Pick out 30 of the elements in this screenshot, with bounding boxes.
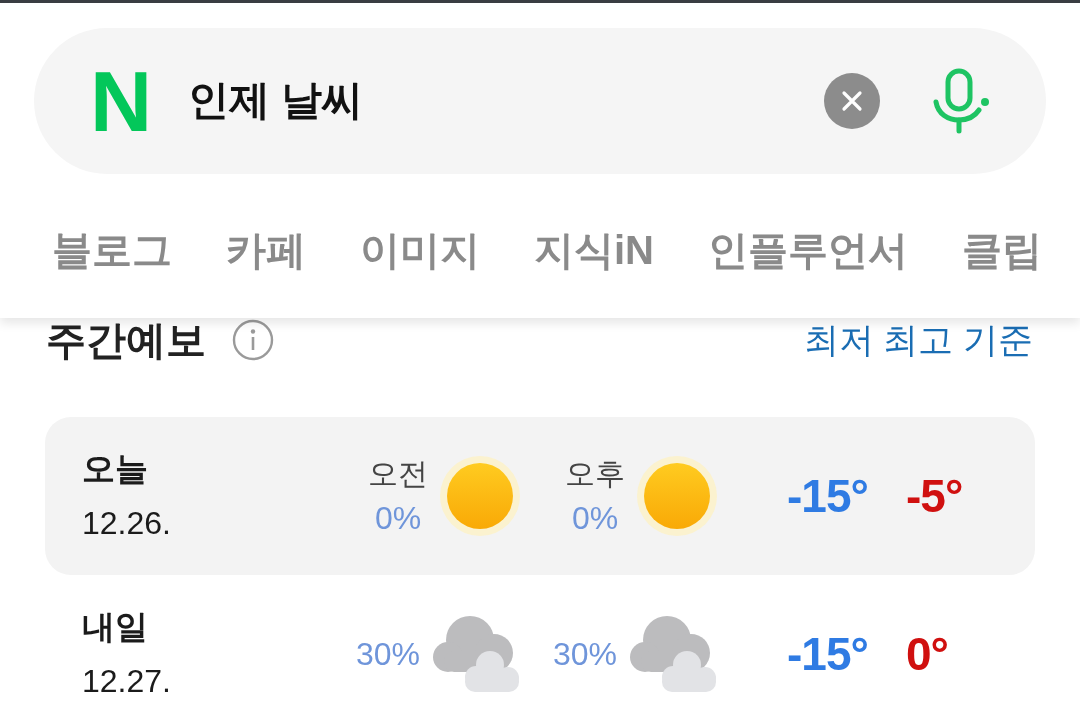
search-input[interactable]: 인제 날씨	[188, 70, 748, 132]
clear-icon[interactable]	[824, 73, 880, 129]
rain-chance: 0%	[570, 499, 620, 538]
category-tab[interactable]: 이미지	[360, 226, 480, 274]
day-label: 내일	[82, 607, 149, 647]
category-tab[interactable]: 카페	[226, 226, 306, 274]
category-tab[interactable]: 블로그	[52, 226, 172, 274]
period-label: 오전	[368, 456, 428, 492]
rain-chance: 0%	[373, 499, 423, 538]
rain-chance: 30%	[552, 635, 617, 674]
cloud-icon	[629, 615, 717, 693]
category-tab[interactable]: 클립	[962, 226, 1042, 274]
info-icon[interactable]	[232, 319, 274, 361]
high-temperature: 0°	[906, 626, 948, 682]
category-tab[interactable]: 지식iN	[534, 226, 654, 274]
date-label: 12.27.	[82, 662, 172, 701]
category-tab[interactable]: 인플루언서	[708, 226, 908, 274]
cloud-icon	[432, 615, 520, 693]
day-label: 오늘	[82, 449, 149, 489]
sun-icon	[637, 456, 717, 536]
period-label: 오후	[565, 456, 625, 492]
low-temperature: -15°	[787, 468, 869, 524]
n-logo: N	[90, 58, 152, 144]
date-label: 12.26.	[82, 504, 172, 543]
sun-icon	[440, 456, 520, 536]
high-temperature: -5°	[906, 468, 963, 524]
sort-link[interactable]: 최저 최고 기준	[803, 318, 1033, 362]
rain-chance: 30%	[355, 635, 420, 674]
low-temperature: -15°	[787, 626, 869, 682]
section-title: 주간예보	[46, 318, 206, 362]
